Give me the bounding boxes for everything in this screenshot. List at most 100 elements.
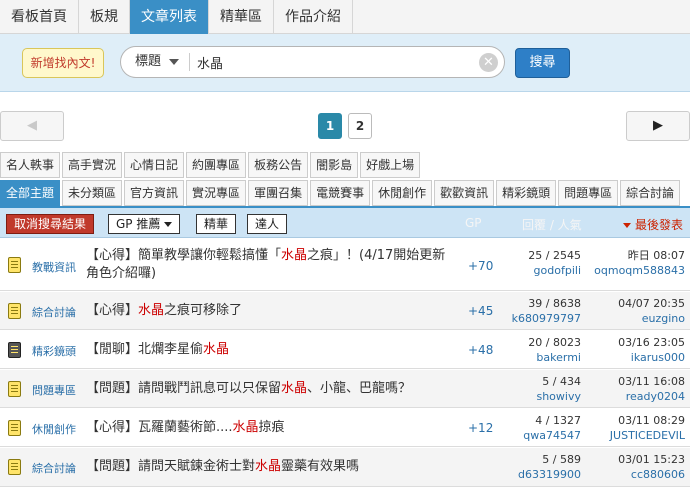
category-celebrity[interactable]: 名人軼事 xyxy=(0,152,61,178)
post-last-user[interactable]: oqmoqm588843 xyxy=(588,263,685,278)
tab-article-list[interactable]: 文章列表 xyxy=(130,0,209,34)
post-last-user[interactable]: euzgino xyxy=(588,311,685,326)
post-category[interactable]: 休閒創作 xyxy=(32,421,76,437)
category-shadow-isles[interactable]: 闇影島 xyxy=(310,152,359,178)
post-title-highlight: 水晶 xyxy=(255,459,282,474)
table-row[interactable]: 教戰資訊 【心得】簡單教學讓你輕鬆搞懂「水晶之痕」！(4/17開始更新角色介紹囉)… xyxy=(0,239,690,291)
sort-down-icon xyxy=(623,223,631,228)
chevron-down-icon xyxy=(164,222,173,227)
cancel-search-button[interactable]: 取消搜尋結果 xyxy=(6,214,95,234)
post-title[interactable]: 【心得】水晶之痕可移除了 xyxy=(86,302,451,320)
post-author[interactable]: qwa74547 xyxy=(505,428,581,443)
category-official[interactable]: 官方資訊 xyxy=(124,180,185,206)
category-strategy[interactable]: 歡歡資訊 xyxy=(434,180,495,206)
prev-page-button[interactable]: ◀ xyxy=(0,111,64,141)
category-announcement[interactable]: 板務公告 xyxy=(248,152,309,178)
table-row[interactable]: 精彩鏡頭 【閒聊】北爛李星偷水晶 +48 20 / 8023 bakermi 03/16 … xyxy=(0,331,690,369)
post-last-user[interactable]: cc880606 xyxy=(588,467,685,482)
post-reply-views: 5 / 434 xyxy=(542,375,581,388)
page-1-button[interactable]: 1 xyxy=(318,113,342,139)
search-input[interactable] xyxy=(197,51,467,73)
column-header-last-post-label: 最後發表 xyxy=(635,218,684,232)
post-last-time: 03/11 08:29 xyxy=(618,414,685,427)
table-row[interactable]: 綜合討論 【心得】水晶之痕可移除了 +45 39 / 8638 k680979797 04… xyxy=(0,292,690,330)
search-panel: 新增找內文! 標題 ✕ 搜尋 xyxy=(0,34,690,92)
post-last-time: 03/01 15:23 xyxy=(618,453,685,466)
post-title[interactable]: 【問題】請問戰鬥訊息可以只保留水晶、小龍、巴龍嗎？ xyxy=(86,380,451,398)
post-last: 04/07 20:35 euzgino xyxy=(588,296,685,326)
post-author[interactable]: showivy xyxy=(505,389,581,404)
category-highlights[interactable]: 精彩鏡頭 xyxy=(496,180,557,206)
category-all[interactable]: 全部主題 xyxy=(0,180,61,206)
tab-works[interactable]: 作品介紹 xyxy=(274,0,353,34)
post-title[interactable]: 【閒聊】北爛李星偷水晶 xyxy=(86,341,451,359)
post-stats: 39 / 8638 k680979797 xyxy=(505,296,581,326)
essence-button[interactable]: 精華 xyxy=(196,214,237,234)
category-diary[interactable]: 心情日記 xyxy=(124,152,185,178)
post-category[interactable]: 綜合討論 xyxy=(32,304,76,320)
post-last: 03/16 23:05 ikarus000 xyxy=(588,335,685,365)
column-header-last-post[interactable]: 最後發表 xyxy=(623,216,683,233)
next-page-button[interactable]: ▶ xyxy=(626,111,690,141)
category-esports[interactable]: 電競賽事 xyxy=(310,180,371,206)
search-box: 標題 ✕ xyxy=(120,46,505,78)
table-row[interactable]: 綜合討論 【問題】請問天賦鍊金術士對水晶靈藥有效果嗎 5 / 589 d6331990… xyxy=(0,448,690,487)
post-last-time: 昨日 08:07 xyxy=(627,249,685,262)
search-type-dropdown[interactable]: 標題 xyxy=(135,47,180,77)
post-stats: 4 / 1327 qwa74547 xyxy=(505,413,581,443)
category-live[interactable]: 實況專區 xyxy=(186,180,247,206)
post-last-user[interactable]: ready0204 xyxy=(588,389,685,404)
category-legion[interactable]: 軍團召集 xyxy=(248,180,309,206)
post-author[interactable]: d63319900 xyxy=(505,467,581,482)
post-last-time: 04/07 20:35 xyxy=(618,297,685,310)
post-title-prefix: 【問題】請問戰鬥訊息可以只保留 xyxy=(86,381,282,396)
tab-board-rules[interactable]: 板規 xyxy=(79,0,130,34)
category-row-bottom: 全部主題 未分類區 官方資訊 實況專區 軍團召集 電競賽事 休閒創作 歡歡資訊 … xyxy=(0,180,690,208)
post-title[interactable]: 【問題】請問天賦鍊金術士對水晶靈藥有效果嗎 xyxy=(86,458,451,476)
category-general[interactable]: 綜合討論 xyxy=(620,180,681,206)
post-gp: +48 xyxy=(468,343,494,357)
column-header-gp[interactable]: GP xyxy=(465,216,482,230)
clear-icon[interactable]: ✕ xyxy=(479,53,498,72)
post-title-suffix: 掠痕 xyxy=(258,420,285,435)
expert-button[interactable]: 達人 xyxy=(247,214,288,234)
gp-recommend-button[interactable]: GP 推薦 xyxy=(108,214,181,234)
category-creation[interactable]: 休閒創作 xyxy=(372,180,433,206)
post-category[interactable]: 精彩鏡頭 xyxy=(32,343,76,359)
post-category[interactable]: 綜合討論 xyxy=(32,460,76,476)
post-title[interactable]: 【心得】瓦羅蘭藝術節....水晶掠痕 xyxy=(86,419,451,437)
post-icon xyxy=(8,257,21,273)
post-title-highlight: 水晶 xyxy=(203,342,230,357)
post-gp: +70 xyxy=(468,259,494,273)
post-category[interactable]: 問題專區 xyxy=(32,382,76,398)
category-group[interactable]: 約團專區 xyxy=(186,152,247,178)
search-button[interactable]: 搜尋 xyxy=(515,48,570,78)
category-uncategorized[interactable]: 未分類區 xyxy=(62,180,123,206)
post-last: 03/11 08:29 JUSTICEDEVIL xyxy=(588,413,685,443)
column-header-reply[interactable]: 回覆 / 人氣 xyxy=(522,216,582,233)
post-author[interactable]: k680979797 xyxy=(505,311,581,326)
chevron-down-icon xyxy=(169,58,180,65)
table-row[interactable]: 休閒創作 【心得】瓦羅蘭藝術節....水晶掠痕 +12 4 / 1327 qwa7454… xyxy=(0,409,690,447)
post-icon xyxy=(8,342,21,358)
post-author[interactable]: godofpili xyxy=(505,263,581,278)
tab-board-home[interactable]: 看板首頁 xyxy=(0,0,79,34)
tab-essence[interactable]: 精華區 xyxy=(209,0,274,34)
post-last-user[interactable]: ikarus000 xyxy=(588,350,685,365)
new-content-search-button[interactable]: 新增找內文! xyxy=(22,48,104,78)
post-gp: +12 xyxy=(468,421,494,435)
post-title-suffix: 之痕可移除了 xyxy=(164,303,243,318)
table-row[interactable]: 問題專區 【問題】請問戰鬥訊息可以只保留水晶、小龍、巴龍嗎？ 5 / 434 show… xyxy=(0,370,690,408)
post-stats: 5 / 434 showivy xyxy=(505,374,581,404)
post-author[interactable]: bakermi xyxy=(505,350,581,365)
post-stats: 20 / 8023 bakermi xyxy=(505,335,581,365)
category-pro-live[interactable]: 高手實況 xyxy=(62,152,123,178)
category-showtime[interactable]: 好戲上場 xyxy=(360,152,421,178)
post-title[interactable]: 【心得】簡單教學讓你輕鬆搞懂「水晶之痕」！(4/17開始更新角色介紹囉) xyxy=(86,247,451,283)
page-2-button[interactable]: 2 xyxy=(348,113,372,139)
category-questions[interactable]: 問題專區 xyxy=(558,180,619,206)
post-title-highlight: 水晶 xyxy=(232,420,259,435)
post-last-user[interactable]: JUSTICEDEVIL xyxy=(588,428,685,443)
post-category[interactable]: 教戰資訊 xyxy=(32,259,76,275)
post-last: 03/01 15:23 cc880606 xyxy=(588,452,685,482)
